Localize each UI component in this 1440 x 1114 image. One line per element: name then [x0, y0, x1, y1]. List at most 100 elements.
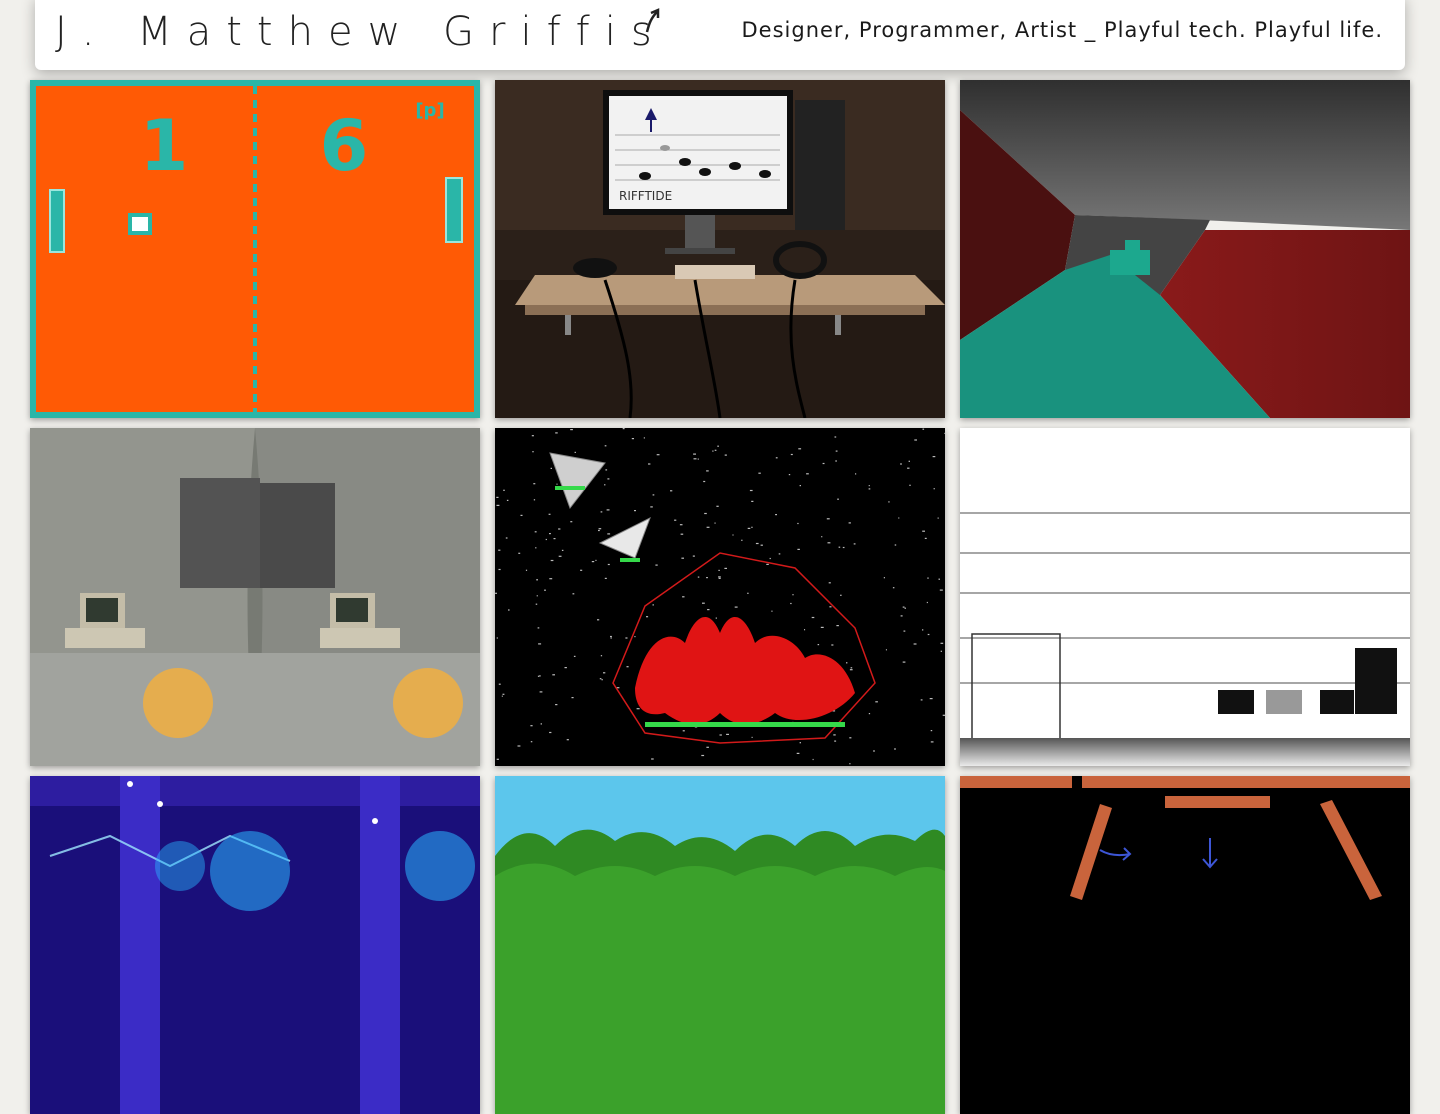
- star-particle: [625, 637, 628, 639]
- gallery-item-corridor[interactable]: [960, 80, 1410, 418]
- star-particle: [634, 636, 636, 638]
- star-particle: [714, 522, 716, 524]
- star-particle: [607, 533, 611, 535]
- gallery-item-space-shooter[interactable]: [495, 428, 945, 766]
- gallery-item-blue-projection[interactable]: [30, 776, 480, 1114]
- star-particle: [751, 736, 753, 738]
- star-particle: [496, 758, 499, 760]
- star-particle: [597, 619, 600, 621]
- star-particle: [538, 643, 542, 645]
- star-particle: [517, 745, 521, 747]
- site-header: J. Matthew Griffis Designer, Programmer,…: [35, 0, 1405, 70]
- star-particle: [706, 746, 709, 748]
- star-particle: [778, 553, 781, 555]
- star-particle: [693, 458, 697, 460]
- star-particle: [555, 432, 558, 434]
- star-particle: [855, 473, 857, 475]
- star-particle: [650, 506, 653, 508]
- star-particle: [604, 445, 607, 447]
- star-particle: [775, 457, 778, 459]
- star-particle: [495, 592, 497, 594]
- star-particle: [829, 606, 832, 608]
- star-particle: [651, 758, 654, 760]
- star-particle: [873, 750, 875, 752]
- star-particle: [849, 669, 853, 671]
- star-particle: [697, 458, 699, 460]
- pong-badge: [p]: [415, 100, 444, 121]
- star-particle: [821, 536, 823, 538]
- star-particle: [758, 472, 761, 474]
- star-particle: [798, 448, 802, 450]
- star-particle: [853, 543, 856, 545]
- star-particle: [533, 483, 536, 485]
- star-particle: [848, 522, 851, 524]
- star-particle: [760, 544, 763, 546]
- star-particle: [539, 675, 541, 677]
- star-particle: [788, 474, 791, 476]
- star-particle: [846, 662, 848, 664]
- star-particle: [537, 627, 540, 629]
- star-particle: [790, 602, 792, 605]
- star-particle: [549, 578, 553, 580]
- star-particle: [799, 485, 801, 487]
- star-particle: [610, 637, 612, 639]
- star-particle: [914, 439, 917, 441]
- gallery-item-vr-lab[interactable]: [30, 428, 480, 766]
- gallery-item-pong[interactable]: 1 6 [p]: [30, 80, 480, 418]
- star-particle: [655, 564, 658, 566]
- star-particle: [503, 489, 505, 491]
- star-particle: [849, 763, 851, 765]
- star-particle: [706, 577, 708, 579]
- star-particle: [561, 549, 564, 551]
- star-particle: [496, 504, 500, 506]
- star-particle: [622, 428, 625, 430]
- star-particle: [937, 517, 939, 519]
- star-particle: [682, 730, 685, 732]
- star-particle: [502, 693, 505, 695]
- star-particle: [834, 436, 837, 438]
- site-title[interactable]: J. Matthew Griffis: [55, 8, 667, 56]
- star-particle: [840, 594, 842, 596]
- star-particle: [558, 528, 561, 530]
- star-particle: [693, 453, 696, 455]
- gallery-item-music-blocks[interactable]: [960, 428, 1410, 766]
- star-particle: [714, 449, 717, 451]
- star-particle: [904, 607, 906, 609]
- star-particle: [570, 429, 573, 431]
- star-particle: [537, 675, 540, 677]
- star-particle: [930, 741, 934, 743]
- star-particle: [734, 606, 738, 608]
- star-particle: [726, 733, 729, 735]
- star-particle: [940, 642, 944, 644]
- star-particle: [707, 609, 710, 611]
- curved-up-arrow-icon: [645, 8, 660, 33]
- star-particle: [822, 462, 825, 465]
- star-particle: [599, 678, 602, 680]
- star-particle: [922, 530, 925, 532]
- star-particle: [755, 542, 759, 545]
- star-particle: [530, 741, 533, 743]
- star-particle: [926, 601, 928, 604]
- star-particle: [741, 539, 743, 541]
- star-particle: [506, 499, 509, 501]
- star-particle: [605, 469, 608, 471]
- star-particle: [806, 473, 809, 475]
- star-particle: [636, 708, 640, 710]
- star-particle: [922, 629, 924, 631]
- star-particle: [580, 569, 583, 571]
- star-particle: [712, 450, 714, 452]
- gallery-item-arrows-game[interactable]: [960, 776, 1410, 1114]
- rifftide-screen-text: RIFFTIDE: [619, 189, 672, 203]
- star-particle: [535, 603, 538, 605]
- star-particle: [626, 666, 629, 668]
- star-particle: [718, 569, 720, 571]
- star-particle: [927, 577, 929, 579]
- gallery-item-forest[interactable]: [495, 776, 945, 1114]
- gallery-item-rifftide[interactable]: RIFFTIDE: [495, 80, 945, 418]
- star-particle: [820, 626, 824, 628]
- pong-score-left: 1: [140, 105, 189, 187]
- star-particle: [849, 737, 852, 739]
- star-particle: [898, 517, 900, 519]
- star-particle: [610, 635, 612, 638]
- star-particle: [498, 683, 501, 685]
